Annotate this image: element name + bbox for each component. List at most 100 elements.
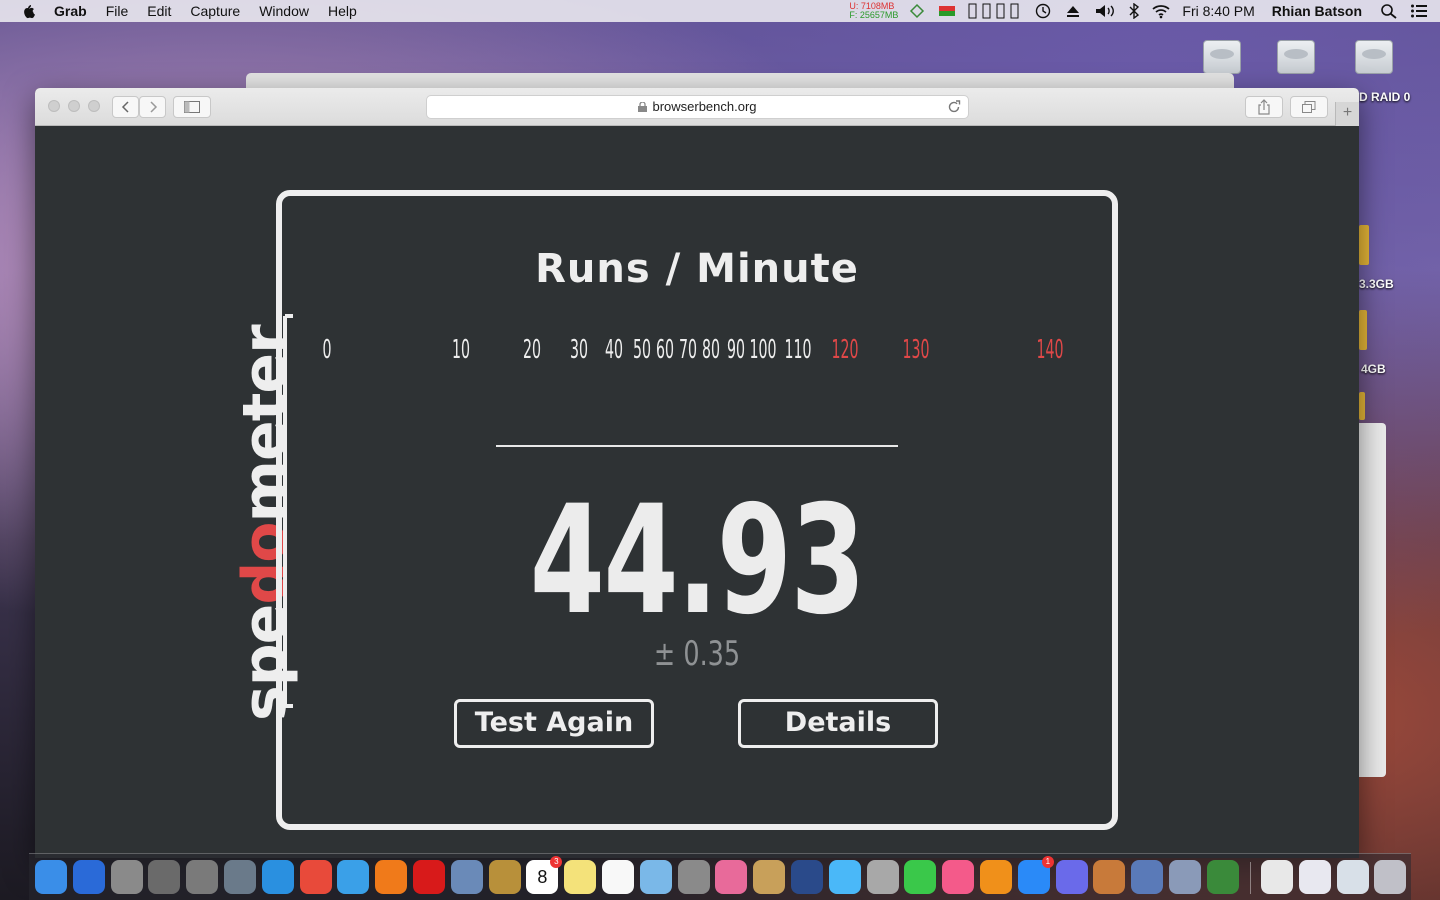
address-bar[interactable]: browserbench.org (426, 95, 969, 119)
back-button[interactable] (112, 96, 139, 118)
results-panel: Runs / Minute 0 10 20 30 40 50 60 70 80 90 100 110 1… (276, 190, 1118, 830)
desktop-label-size2[interactable]: 4GB (1361, 362, 1386, 376)
page-content: spedometer Runs / Minute 0 10 20 30 40 50 60 70… (35, 126, 1359, 858)
keynote-icon[interactable] (1131, 860, 1164, 894)
calendar-badge: 3 (550, 856, 563, 868)
sidebar-toggle-button[interactable] (173, 96, 211, 118)
utilities-icon[interactable] (110, 860, 143, 894)
desktop-label-size1[interactable]: 3.3GB (1359, 277, 1394, 291)
ibooks-icon[interactable] (980, 860, 1012, 894)
menu-file[interactable]: File (106, 3, 129, 19)
plus-icon: + (1342, 104, 1353, 121)
activity-monitor-icon[interactable] (1206, 860, 1239, 894)
gauge-label: 70 (679, 335, 697, 365)
tabs-icon (1302, 101, 1316, 113)
documents-icon[interactable] (1261, 860, 1293, 894)
safari-tech-preview-icon[interactable] (337, 860, 370, 894)
menu-edit[interactable]: Edit (147, 3, 171, 19)
facetime-icon[interactable] (904, 860, 937, 894)
gauge-label: 100 (750, 335, 777, 365)
background-window[interactable] (246, 73, 1234, 89)
new-tab-button[interactable]: + (1335, 102, 1359, 126)
drive-icon[interactable] (1275, 36, 1317, 78)
usb-drive-icon[interactable] (1359, 310, 1367, 350)
firefox-icon[interactable] (375, 860, 408, 894)
gauge-label: 0 (323, 335, 332, 365)
logic-icon[interactable] (753, 860, 786, 894)
gauge-label: 140 (1037, 335, 1064, 365)
discord-icon[interactable] (1055, 860, 1088, 894)
minimize-window-button[interactable] (68, 100, 80, 112)
gauge-label: 120 (832, 335, 859, 365)
safari-icon[interactable] (261, 860, 294, 894)
drive-icon[interactable] (1353, 36, 1395, 78)
browser-toolbar: browserbench.org + (35, 88, 1359, 126)
gauge-label: 90 (727, 335, 745, 365)
instruments-icon[interactable] (1169, 860, 1201, 894)
details-button[interactable]: Details (738, 699, 938, 748)
score-error-margin: ± 0.35 (653, 634, 741, 674)
messages-icon[interactable] (828, 860, 861, 894)
eject-icon[interactable] (1064, 3, 1082, 19)
jump-icon[interactable] (148, 860, 181, 894)
chevron-left-icon (121, 101, 129, 113)
memory-monitor[interactable]: U: 7108MB F: 25657MB (849, 2, 898, 20)
system-preferences-icon[interactable] (186, 860, 219, 894)
photos-browser-icon[interactable] (639, 860, 672, 894)
menu-window[interactable]: Window (259, 3, 309, 19)
chrome-icon[interactable] (299, 860, 332, 894)
desktop-label-raid[interactable]: D RAID 0 (1359, 90, 1410, 104)
app-store-badge: 1 (1041, 856, 1054, 868)
preview-screens-icon[interactable] (1336, 860, 1369, 894)
tab-overview-button[interactable] (1290, 96, 1328, 118)
opera-icon[interactable] (413, 860, 445, 894)
itunes-icon[interactable] (942, 860, 975, 894)
contacts-icon[interactable] (488, 860, 521, 894)
notes-icon[interactable] (564, 860, 597, 894)
finder-icon[interactable] (35, 860, 67, 894)
time-machine-icon[interactable] (1034, 3, 1052, 19)
zoom-window-button[interactable] (88, 100, 100, 112)
wifi-icon[interactable] (1152, 3, 1170, 19)
battery-icon[interactable] (938, 3, 956, 19)
menu-user[interactable]: Rhian Batson (1272, 3, 1362, 19)
grab-icon[interactable] (866, 860, 899, 894)
trash-icon[interactable] (1374, 860, 1407, 894)
network-status-icon[interactable] (908, 3, 926, 19)
menu-help[interactable]: Help (328, 3, 357, 19)
calculator-icon[interactable] (677, 860, 710, 894)
dock: 83 1 (29, 853, 1411, 900)
share-button[interactable] (1245, 96, 1283, 118)
gauge-divider (496, 445, 898, 447)
close-window-button[interactable] (48, 100, 60, 112)
menu-clock[interactable]: Fri 8:40 PM (1182, 3, 1254, 19)
volume-icon[interactable] (1094, 3, 1116, 19)
notification-center-icon[interactable] (1410, 3, 1428, 19)
test-again-button[interactable]: Test Again (454, 699, 654, 748)
bluetooth-icon[interactable] (1128, 3, 1140, 19)
forward-button[interactable] (139, 96, 166, 118)
browser-window: browserbench.org + spedometer Runs / Min… (35, 88, 1359, 858)
garageband-icon[interactable] (1093, 860, 1126, 894)
menu-app-name[interactable]: Grab (54, 3, 87, 19)
score-value: 44.93 (529, 474, 866, 648)
apple-icon[interactable] (20, 3, 36, 19)
usb-drive-icon[interactable] (1359, 392, 1365, 420)
drive-icon[interactable] (1201, 36, 1243, 78)
xcode-icon[interactable] (72, 860, 105, 894)
calendar-icon[interactable]: 83 (526, 856, 563, 894)
usb-drive-icon[interactable] (1359, 225, 1369, 265)
reminders-icon[interactable] (602, 860, 634, 894)
screenshots-icon[interactable] (1298, 860, 1331, 894)
canary-icon[interactable] (791, 860, 823, 894)
background-window-panel[interactable] (1359, 423, 1386, 777)
app-store-icon[interactable]: 1 (1017, 856, 1054, 894)
spotlight-icon[interactable] (1380, 3, 1398, 19)
reload-icon[interactable] (946, 99, 962, 115)
url-text: browserbench.org (652, 99, 757, 114)
preview-icon[interactable] (450, 860, 483, 894)
cpu-monitor-icon[interactable] (968, 3, 1022, 19)
launchpad-icon[interactable] (224, 860, 256, 894)
menu-capture[interactable]: Capture (190, 3, 240, 19)
photos-icon[interactable] (715, 860, 748, 894)
